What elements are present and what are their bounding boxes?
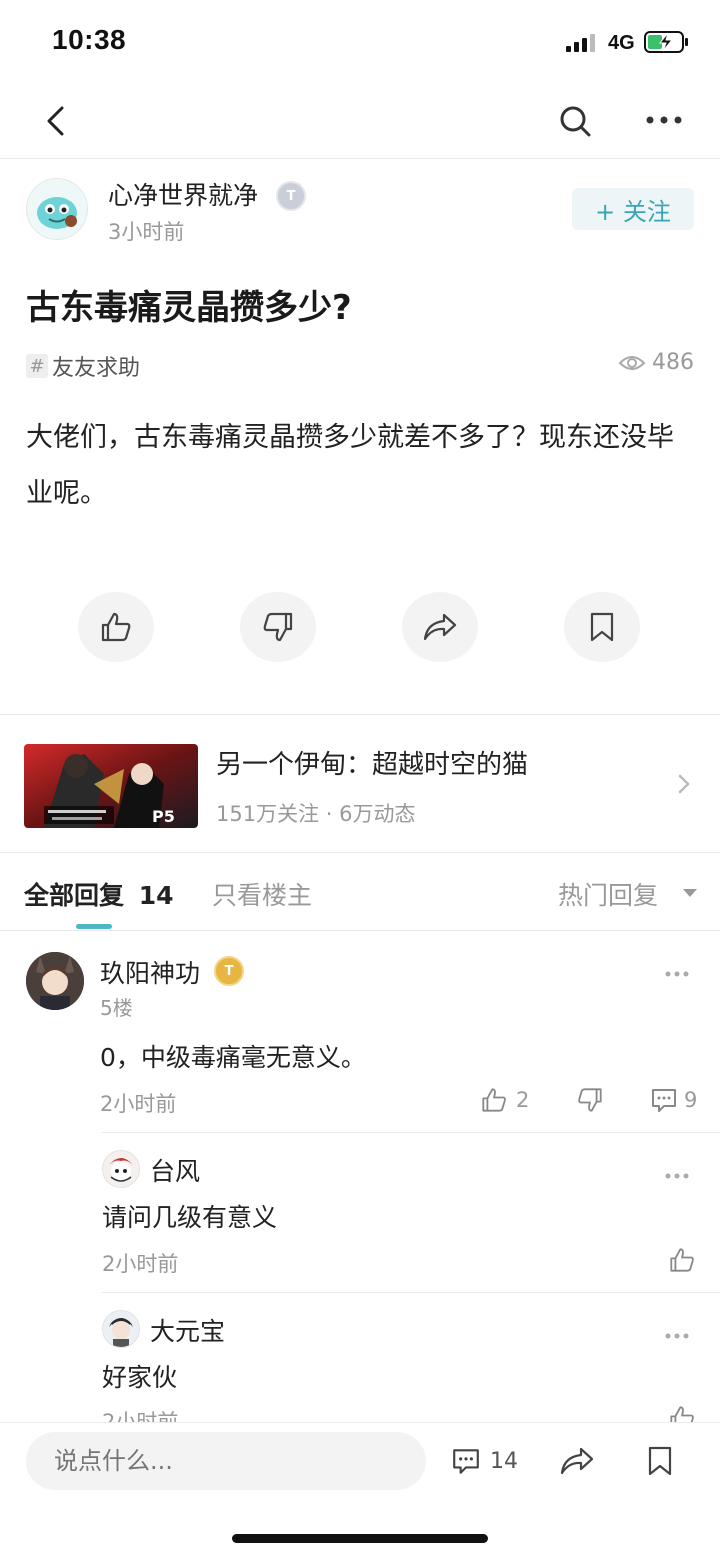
eye-icon: [618, 355, 646, 370]
reply-divider: [102, 1292, 720, 1293]
thumbs-up-icon: [101, 612, 131, 642]
tab-all-label: 全部回复: [24, 881, 125, 910]
reply-author-name[interactable]: 大元宝: [150, 1312, 225, 1348]
thumbs-up-icon[interactable]: [668, 1246, 696, 1274]
comment-floor: 5楼: [100, 996, 133, 1020]
more-icon[interactable]: [664, 970, 690, 978]
status-time: 10:38: [52, 24, 127, 55]
comment-level-badge: T: [214, 956, 244, 986]
reply-text: 请问几级有意义: [102, 1203, 278, 1232]
back-icon[interactable]: [40, 104, 74, 138]
comment-dislike-button[interactable]: [576, 1086, 604, 1114]
nav-divider: [0, 158, 720, 159]
author-avatar[interactable]: [26, 178, 88, 240]
comment-input[interactable]: [26, 1432, 426, 1490]
tab-all-replies[interactable]: 全部回复 14: [24, 876, 174, 912]
share-icon: [423, 613, 457, 641]
game-name[interactable]: 另一个伊甸：超越时空的猫: [216, 744, 528, 781]
follow-button[interactable]: + 关注: [572, 188, 694, 230]
comments-count: 14: [490, 1448, 518, 1474]
svg-text:P5: P5: [152, 807, 175, 826]
chevron-right-icon[interactable]: [676, 772, 692, 796]
reply-avatar[interactable]: [102, 1150, 140, 1188]
comment-time: 2小时前: [100, 1092, 177, 1116]
comment-like-count: 2: [516, 1088, 530, 1112]
thumbs-down-icon: [263, 612, 293, 642]
battery-charging-icon: [644, 31, 688, 53]
hash-icon: #: [26, 354, 48, 378]
share-icon[interactable]: [558, 1446, 596, 1476]
comment-reply-count: 9: [684, 1088, 698, 1112]
comment-avatar[interactable]: [26, 952, 84, 1010]
comment-author-name[interactable]: 玖阳神功: [100, 954, 200, 990]
share-button[interactable]: [402, 592, 478, 662]
dislike-button[interactable]: [240, 592, 316, 662]
author-level-badge: T: [276, 181, 306, 211]
game-stats: 151万关注 · 6万动态: [216, 802, 416, 826]
comment-icon: [652, 1089, 676, 1112]
reply-time: 2小时前: [102, 1252, 179, 1276]
more-icon[interactable]: [644, 108, 684, 132]
comment-icon: [453, 1449, 479, 1474]
post-tag[interactable]: # 友友求助: [26, 350, 140, 382]
comment-text: 0，中级毒痛毫无意义。: [100, 1043, 366, 1072]
view-count-value: 486: [652, 350, 694, 375]
signal-icon: [566, 34, 595, 52]
post-time: 3小时前: [108, 220, 185, 244]
bookmark-icon[interactable]: [646, 1444, 674, 1478]
game-cover-image[interactable]: P5: [24, 744, 198, 828]
tab-all-count: 14: [138, 881, 174, 910]
section-divider: [0, 714, 720, 715]
tab-op-only[interactable]: 只看楼主: [212, 876, 312, 912]
author-name[interactable]: 心净世界就净: [108, 176, 258, 212]
post-title: 古东毒痛灵晶攒多少?: [26, 288, 352, 328]
caret-down-icon[interactable]: [682, 888, 698, 898]
comment-reply-button[interactable]: 9: [650, 1086, 697, 1114]
thumbs-down-icon: [578, 1088, 602, 1112]
comment-like-button[interactable]: 2: [480, 1086, 529, 1114]
comments-button[interactable]: 14: [450, 1446, 518, 1476]
reply-divider: [102, 1132, 720, 1133]
reply-text: 好家伙: [102, 1363, 178, 1392]
bookmark-button[interactable]: [564, 592, 640, 662]
active-tab-indicator: [76, 924, 112, 929]
post-tag-label: 友友求助: [52, 356, 141, 381]
home-indicator: [232, 1534, 488, 1543]
reply-avatar[interactable]: [102, 1310, 140, 1348]
post-body: 大佬们，古东毒痛灵晶攒多少就差不多了？现东还没毕业呢。: [26, 422, 674, 509]
thumbs-up-icon: [482, 1088, 506, 1112]
bookmark-icon: [590, 612, 614, 642]
section-divider: [0, 852, 720, 853]
network-type: 4G: [608, 32, 635, 54]
view-count: 486: [618, 350, 694, 375]
like-button[interactable]: [78, 592, 154, 662]
tabs-divider: [0, 930, 720, 931]
reply-author-name[interactable]: 台风: [150, 1152, 200, 1188]
more-icon[interactable]: [664, 1172, 690, 1180]
more-icon[interactable]: [664, 1332, 690, 1340]
search-icon[interactable]: [556, 102, 594, 140]
sort-dropdown[interactable]: 热门回复: [558, 876, 658, 912]
